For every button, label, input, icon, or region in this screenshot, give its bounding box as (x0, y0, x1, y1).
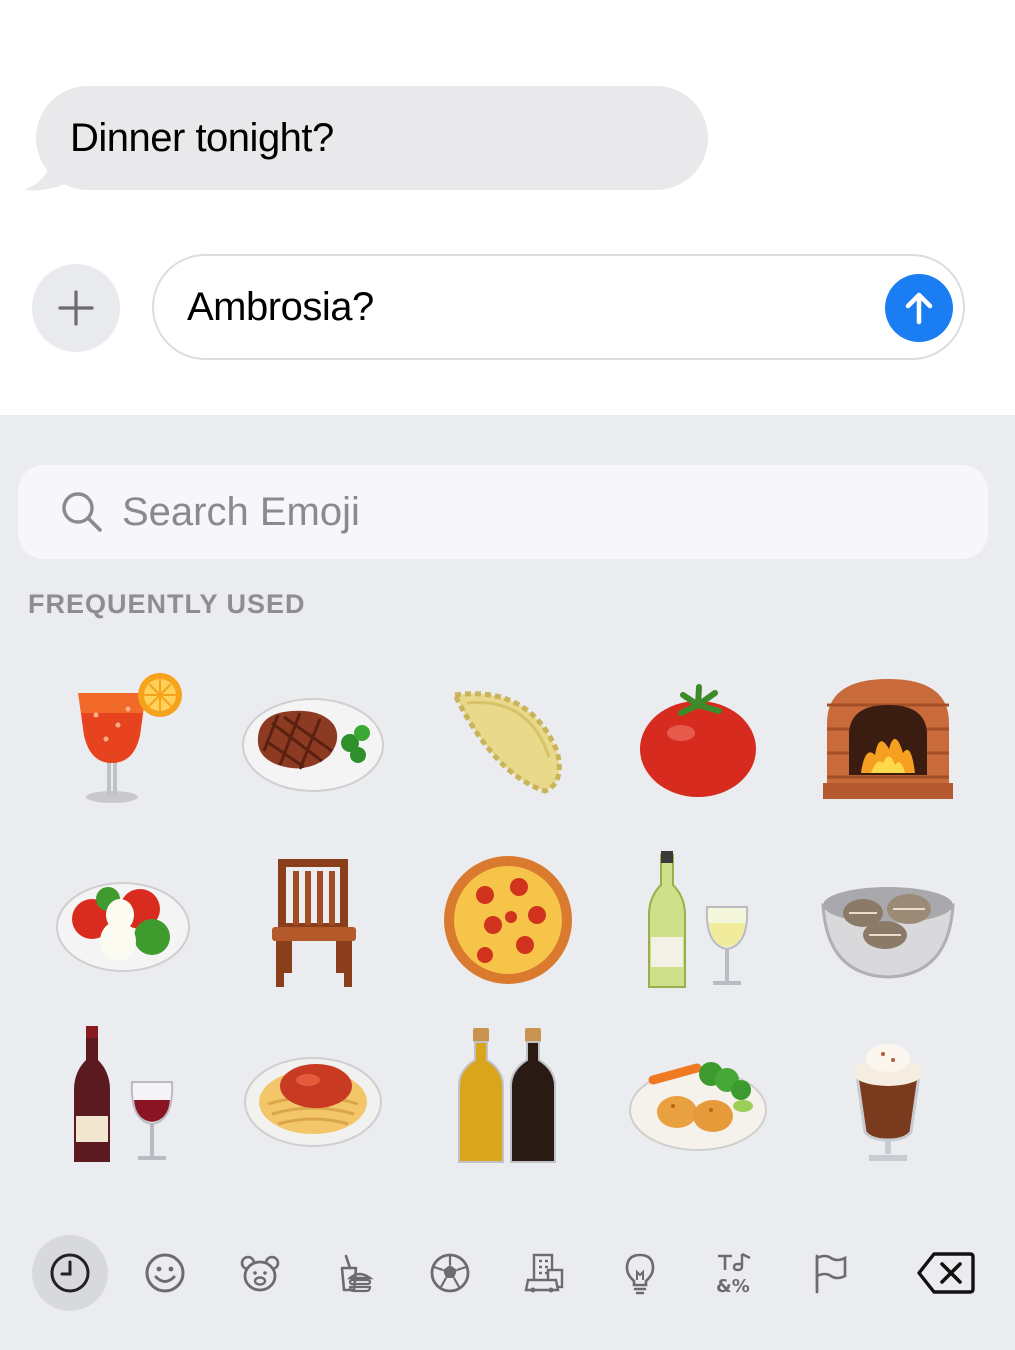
flag-icon (815, 1254, 847, 1294)
emoji-tropical-drink[interactable] (38, 660, 208, 820)
emoji-search-field[interactable]: Search Emoji (18, 465, 988, 559)
message-input-text: Ambrosia? (187, 284, 374, 329)
bear-icon (240, 1255, 280, 1292)
tab-objects[interactable] (602, 1235, 678, 1311)
plus-icon (58, 290, 94, 326)
emoji-keyboard: Search Emoji FREQUENTLY USED &% (0, 415, 1015, 1350)
emoji-oil-and-vinegar[interactable] (423, 1015, 593, 1175)
emoji-spaghetti[interactable] (228, 1015, 398, 1175)
emoji-grid (28, 655, 988, 1195)
emoji-category-bar: &% (0, 1235, 1015, 1315)
soccer-ball-icon (430, 1253, 470, 1293)
arrow-up-icon (905, 292, 933, 325)
tab-recent[interactable] (32, 1235, 108, 1311)
recent-clock-icon (50, 1253, 90, 1293)
building-icon (524, 1253, 564, 1293)
tab-symbols[interactable]: &% (697, 1235, 773, 1311)
emoji-white-wine[interactable] (613, 840, 783, 1000)
emoji-clams[interactable] (803, 840, 973, 1000)
tab-food[interactable] (317, 1235, 393, 1311)
search-placeholder: Search Emoji (122, 489, 360, 534)
emoji-tomato[interactable] (613, 660, 783, 820)
emoji-empanada[interactable] (423, 660, 593, 820)
incoming-message-bubble: Dinner tonight? (36, 86, 708, 190)
tab-animals[interactable] (222, 1235, 298, 1311)
emoji-caprese-salad[interactable] (38, 840, 208, 1000)
send-button[interactable] (885, 274, 953, 342)
tab-travel[interactable] (507, 1235, 583, 1311)
search-icon (62, 492, 102, 532)
tab-flags[interactable] (792, 1235, 868, 1311)
emoji-pizza[interactable] (423, 840, 593, 1000)
emoji-red-wine[interactable] (38, 1015, 208, 1175)
tab-smileys[interactable] (127, 1235, 203, 1311)
svg-text:&%: &% (716, 1276, 750, 1296)
emoji-wooden-chair[interactable] (228, 840, 398, 1000)
emoji-pizza-oven[interactable] (803, 660, 973, 820)
smiley-icon (145, 1253, 185, 1293)
food-icon (340, 1254, 374, 1293)
emoji-steak[interactable] (228, 660, 398, 820)
message-input[interactable]: Ambrosia? (152, 254, 965, 360)
emoji-scallops-plate[interactable] (613, 1015, 783, 1175)
conversation-area: Dinner tonight? Ambrosia? (0, 0, 1015, 415)
incoming-message-text: Dinner tonight? (70, 115, 334, 160)
section-title: FREQUENTLY USED (28, 589, 306, 619)
backspace-icon (917, 1252, 975, 1294)
delete-button[interactable] (908, 1235, 984, 1311)
lightbulb-icon (625, 1253, 655, 1295)
add-attachment-button[interactable] (32, 264, 120, 352)
tab-activities[interactable] (412, 1235, 488, 1311)
symbols-icon: &% (716, 1252, 751, 1296)
emoji-hot-chocolate[interactable] (803, 1015, 973, 1175)
